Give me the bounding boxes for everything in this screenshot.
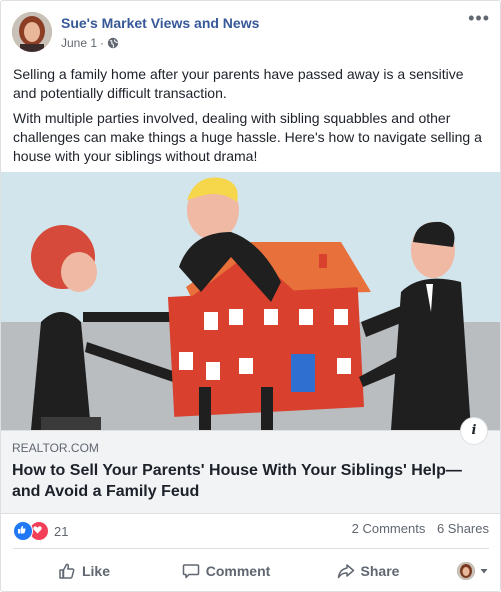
link-preview-image[interactable] [1,172,500,430]
post-card: Sue's Market Views and News June 1 · •••… [0,0,501,592]
post-message: Selling a family home after your parents… [13,65,489,172]
share-button[interactable]: Share [297,562,439,580]
post-date[interactable]: June 1 [61,36,97,50]
post-paragraph: Selling a family home after your parents… [13,66,464,101]
reaction-as-selector[interactable] [439,562,489,580]
post-stats: 21 2 Comments 6 Shares [13,521,489,541]
page-name-link[interactable]: Sue's Market Views and News [61,15,259,31]
reaction-summary[interactable]: 21 [13,521,68,541]
post-meta: June 1 · [61,36,119,50]
share-arrow-icon [337,564,354,579]
comment-bubble-icon [182,564,199,579]
post-actions-bar: Like Comment Share [13,553,489,589]
like-reaction-icon [13,521,33,541]
like-button[interactable]: Like [13,562,155,580]
link-domain: REALTOR.COM [12,441,99,455]
like-label: Like [81,563,110,579]
post-paragraph: With multiple parties involved, dealing … [13,110,482,164]
comments-count-link[interactable]: 2 Comments [352,521,426,536]
comment-button[interactable]: Comment [155,562,297,580]
family-feud-illustration [1,172,500,430]
share-label: Share [360,563,400,579]
dot-separator: · [100,36,105,50]
thumbs-up-icon [59,563,75,579]
link-preview-info[interactable]: REALTOR.COM How to Sell Your Parents' Ho… [1,417,500,514]
comment-label: Comment [205,563,271,579]
caret-down-icon [480,569,488,574]
actions-divider [13,548,489,549]
link-title[interactable]: How to Sell Your Parents' House With You… [12,460,482,502]
page-avatar[interactable] [12,12,52,52]
reaction-count: 21 [54,523,69,539]
engagement-counts: 2 Comments 6 Shares [344,521,489,536]
avatar-image [12,12,52,52]
info-icon[interactable]: i [460,417,488,445]
globe-icon[interactable] [107,37,119,49]
post-header: Sue's Market Views and News June 1 · ••• [12,9,490,56]
more-horizontal-icon[interactable]: ••• [468,9,490,27]
mini-avatar [457,562,475,580]
shares-count-link[interactable]: 6 Shares [437,521,489,536]
